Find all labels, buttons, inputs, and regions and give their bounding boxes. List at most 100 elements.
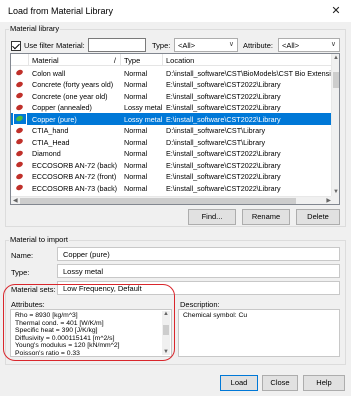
material-icon [15,183,24,192]
list-item[interactable]: Copper (annealed) Lossy metal E:\install_s… [11,102,333,114]
cell-material: ECCOSORB AN-73 (back) [32,183,118,193]
material-icon [15,126,24,134]
cell-location: E:\install_software\CST2022\Library [166,80,281,89]
cell-location: E:\install_software\CST2022\Library [166,103,281,112]
description-text[interactable]: Chemical symbol: Cu [178,309,340,357]
list-item[interactable]: CTIA_hand Normal D:\install_software\CST\L… [11,125,333,137]
cell-location: E:\install_software\CST2022\Library [166,183,281,193]
type-field: Lossy metal [57,264,340,278]
cell-type: Normal [124,149,148,158]
cell-material: Concrete (forty years old) [32,80,114,89]
cell-material: Concrete (one year old) [32,91,108,101]
delete-button[interactable]: Delete [296,209,340,225]
attribute-filter-label: Attribute: [243,41,274,50]
cell-location: E:\install_software\CST2022\Library [166,114,281,124]
close-button[interactable]: Close [262,375,298,391]
cell-type: Normal [124,68,148,78]
cell-location: E:\install_software\CST2022\Library [166,172,281,181]
vertical-scrollbar[interactable]: ▲ ▼ [331,54,339,196]
list-item[interactable]: Copper (pure) Lossy metal E:\install_softw… [11,113,333,125]
list-item[interactable]: CTIA_Head Normal D:\install_software\CST\L… [11,136,333,148]
chevron-down-icon: ∨ [228,41,234,48]
use-filter-label: Use filter [24,41,54,50]
cell-type: Normal [124,183,148,193]
material-icon [15,160,24,169]
cell-location: D:\install_software\CST\Library [166,137,266,147]
load-button[interactable]: Load [220,375,258,391]
cell-material: Copper (pure) [32,114,77,124]
name-field[interactable]: Copper (pure) [57,247,340,261]
cell-material: Diamond [32,149,61,158]
scroll-left-icon[interactable]: ◀ [13,197,18,204]
material-icon [15,91,24,100]
attribute-filter-select[interactable]: <All> ∨ [278,38,340,52]
material-icon [15,137,24,146]
material-icon [15,80,24,88]
material-icon [15,103,24,111]
list-item[interactable]: ECCOSORB AN-72 (back) Normal E:\install_so… [11,159,333,171]
column-header-location[interactable]: Location [163,54,333,66]
description-label: Description: [180,300,220,309]
list-item[interactable]: ECCOSORB AN-72 (front) Normal E:\install_s… [11,171,333,183]
cell-location: D:\install_software\CST\Library [166,126,266,135]
cell-type: Lossy metal [124,103,163,112]
find-button[interactable]: Find... [188,209,236,225]
cell-material: CTIA_hand [32,126,69,135]
cell-material: Copper (annealed) [32,103,92,112]
cell-type: Lossy metal [124,114,163,124]
type-label: Type: [11,268,30,277]
scroll-up-icon[interactable]: ▲ [333,55,339,61]
cell-type: Normal [124,172,148,181]
material-list[interactable]: Material / Type Location Colon wall Normal… [10,53,340,205]
list-item[interactable]: ECCOSORB AN-73 (back) Normal E:\install_so… [11,182,333,194]
list-item[interactable]: Diamond Normal E:\install_software\CST2022… [11,148,333,160]
selection-focus [13,113,27,125]
title-bar: Load from Material Library ✕ [0,0,351,22]
cell-location: D:\install_software\CST\BioModels\CST Bi… [166,68,333,78]
material-import-label: Material to import [9,235,69,244]
cell-material: ECCOSORB AN-72 (front) [32,172,117,181]
sort-indicator: / [113,56,116,65]
cell-type: Normal [124,160,148,170]
material-icon [15,68,24,77]
hscroll-thumb[interactable] [20,198,296,204]
material-library-label: Material library [9,24,61,33]
type-filter-select[interactable]: <All> ∨ [174,38,238,52]
material-filter-input[interactable] [88,38,146,52]
list-item[interactable]: Concrete (one year old) Normal E:\install_… [11,90,333,102]
cell-material: Colon wall [32,68,66,78]
column-header-type[interactable]: Type [121,54,163,66]
scroll-thumb[interactable] [333,72,339,88]
material-filter-label: Material: [56,41,85,50]
type-filter-value: <All> [178,41,196,50]
use-filter-checkbox[interactable] [11,41,21,51]
scroll-down-icon[interactable]: ▼ [333,189,339,195]
cell-material: ECCOSORB AN-72 (back) [32,160,118,170]
cell-type: Normal [124,91,148,101]
cell-material: CTIA_Head [32,137,70,147]
rename-button[interactable]: Rename [242,209,290,225]
chevron-down-icon: ∨ [330,41,336,48]
scroll-corner [331,196,339,204]
cell-type: Normal [124,126,148,135]
dialog-body: Material library Use filter Material: Ty… [0,22,351,396]
horizontal-scrollbar[interactable]: ◀ ▶ [11,196,333,204]
column-header-icon[interactable] [11,54,29,66]
cell-type: Normal [124,80,148,89]
cell-location: E:\install_software\CST2022\Library [166,149,281,158]
list-item[interactable]: Concrete (forty years old) Normal E:\insta… [11,79,333,91]
cell-location: E:\install_software\CST2022\Library [166,160,281,170]
type-filter-label: Type: [152,41,171,50]
close-icon[interactable]: ✕ [327,2,345,20]
list-item[interactable]: Colon wall Normal D:\install_software\CST\… [11,67,333,79]
cell-type: Normal [124,137,148,147]
column-header-material-text: Material [32,56,59,65]
material-icon [15,172,24,180]
cell-location: E:\install_software\CST2022\Library [166,91,281,101]
help-button[interactable]: Help [303,375,345,391]
column-header-material[interactable]: Material / [29,54,121,66]
list-header: Material / Type Location [11,54,333,66]
attributes-highlight [3,284,175,361]
attribute-filter-value: <All> [282,41,300,50]
window-title: Load from Material Library [8,6,114,16]
